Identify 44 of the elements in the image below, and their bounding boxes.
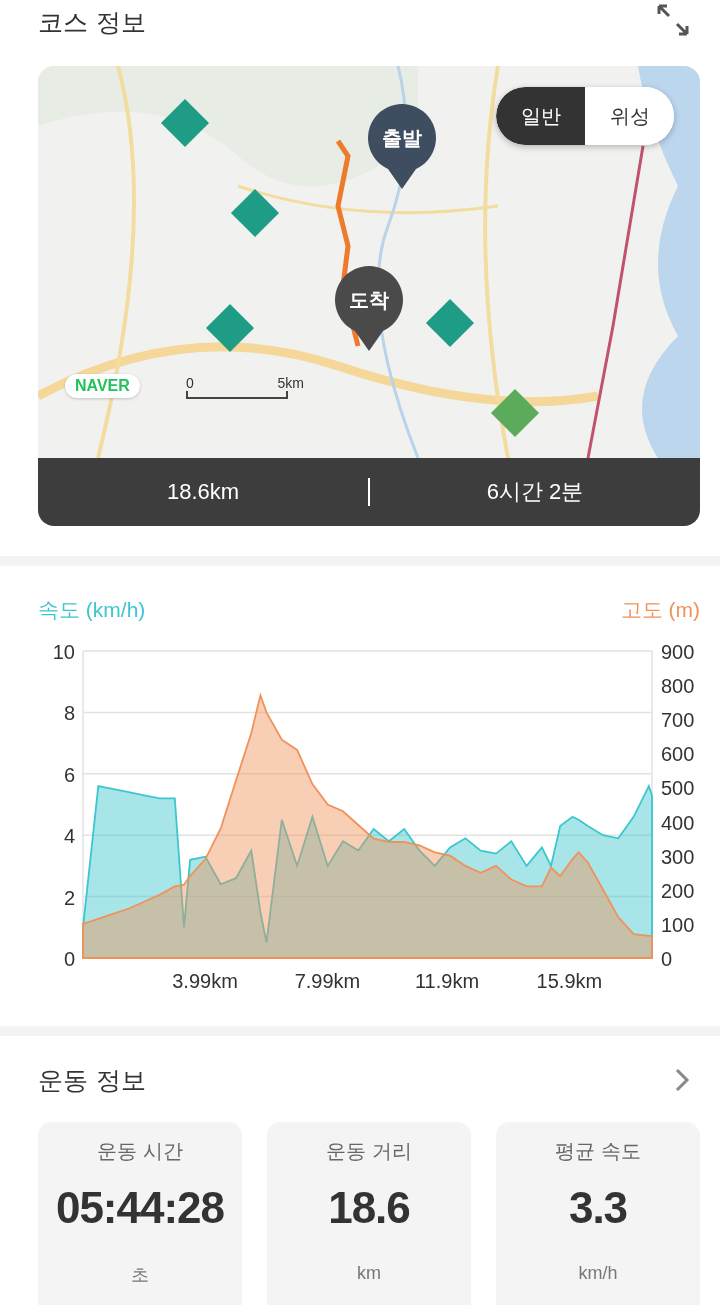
axis-tick-label: 8 <box>63 702 75 725</box>
axis-tick-label: 3.99km <box>172 970 238 992</box>
axis-tick-label: 11.9km <box>415 970 480 992</box>
stat-label: 운동 시간 <box>96 1138 184 1165</box>
axis-tick-label: 15.9km <box>536 970 603 992</box>
axis-tick-label: 2 <box>63 886 75 909</box>
stat-unit: km/h <box>578 1263 618 1284</box>
stat-unit: km <box>357 1263 381 1284</box>
axis-tick-label: 100 <box>661 913 695 936</box>
stat-value: 18.6 <box>328 1183 410 1233</box>
axis-title: 속도 (km/h) <box>38 597 146 623</box>
stat-label: 운동 거리 <box>325 1138 413 1165</box>
section-title: 코스 정보 <box>38 6 146 39</box>
axis-tick-label: 4 <box>63 825 75 848</box>
map-logo: NAVER <box>65 374 140 398</box>
axis-title: 고도 (m) <box>620 597 700 623</box>
axis-tick-label: 0 <box>63 948 75 970</box>
stat-unit: 초 <box>131 1264 149 1287</box>
axis-tick-label: 300 <box>661 845 695 868</box>
expand-icon[interactable] <box>656 3 690 37</box>
axis-tick-label: 500 <box>661 777 695 800</box>
axis-tick-label: 800 <box>661 675 695 698</box>
stat-value: 05:44:28 <box>55 1183 225 1233</box>
map-pin[interactable]: 도착 <box>333 265 405 353</box>
map-view-tab[interactable]: 위성 <box>585 87 674 145</box>
map-pin[interactable]: 출발 <box>366 103 438 191</box>
axis-tick-label: 0 <box>661 948 673 970</box>
map-view-tab[interactable]: 일반 <box>496 87 585 145</box>
axis-tick-label: 7.99km <box>294 970 361 992</box>
section-title: 운동 정보 <box>38 1064 146 1097</box>
axis-tick-label: 400 <box>661 811 695 834</box>
total-duration: 6시간 2분 <box>485 478 585 506</box>
axis-tick-label: 900 <box>661 641 695 663</box>
axis-tick-label: 6 <box>63 763 75 786</box>
axis-tick-label: 600 <box>661 743 695 766</box>
total-distance: 18.6km <box>165 479 241 505</box>
axis-tick-label: 700 <box>661 709 695 732</box>
scale-label: 0 <box>186 375 194 391</box>
axis-tick-label: 10 <box>52 641 75 663</box>
stat-label: 평균 속도 <box>554 1138 642 1165</box>
stat-value: 3.3 <box>568 1183 628 1233</box>
axis-tick-label: 200 <box>661 879 695 902</box>
chevron-right-icon[interactable] <box>674 1067 690 1093</box>
scale-label: 5km <box>277 375 304 391</box>
